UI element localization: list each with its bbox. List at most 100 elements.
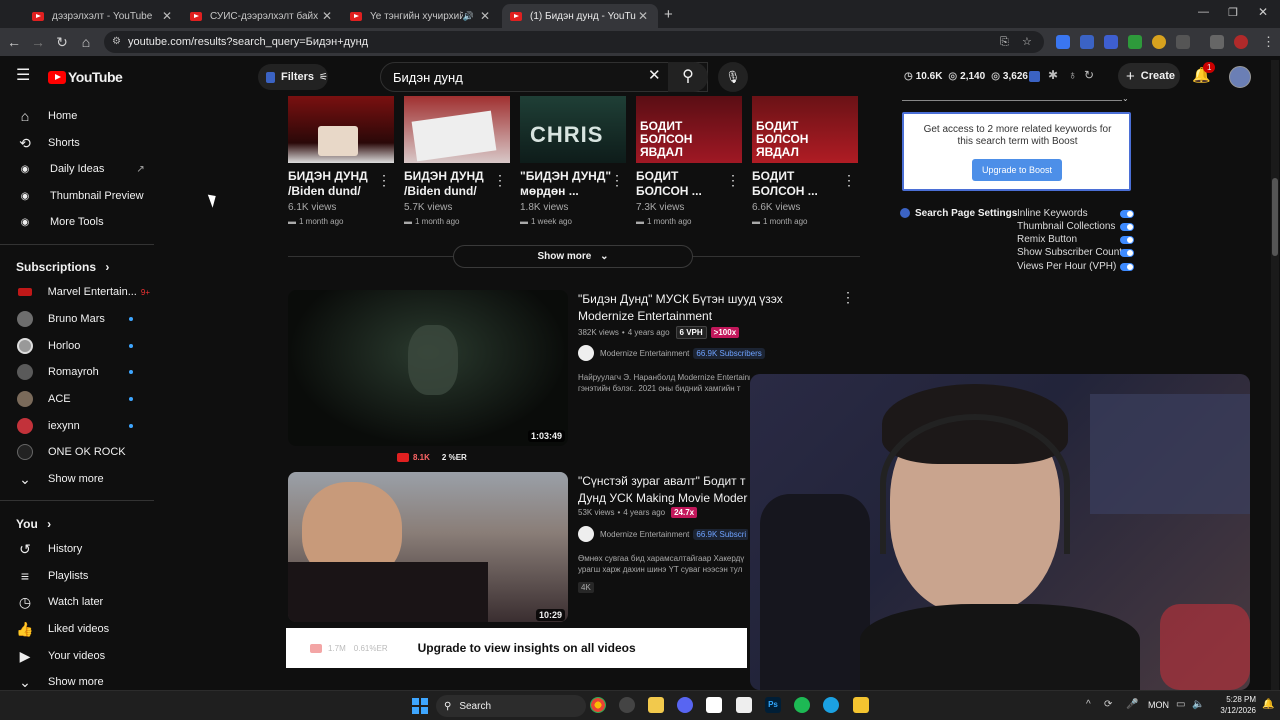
- sidebar-item-liked-videos[interactable]: 👍 Liked videos: [0, 616, 150, 642]
- more-options-icon[interactable]: ⋮: [377, 172, 391, 189]
- short-thumbnail[interactable]: БОДИТ БОЛСОН ЯВДАЛ: [752, 96, 858, 163]
- url-field[interactable]: ⚙ youtube.com/results?search_query=Бидэн…: [104, 31, 1044, 53]
- sidebar-item-history[interactable]: ↺ History: [0, 536, 150, 562]
- you-heading[interactable]: You ›: [16, 517, 51, 531]
- upgrade-insights-bar[interactable]: 1.7M 0.61%ER Upgrade to view insights on…: [286, 628, 747, 668]
- subscriptions-heading[interactable]: Subscriptions ›: [16, 260, 109, 274]
- sidebar-item-subscription[interactable]: Romayroh: [0, 359, 150, 385]
- hamburger-menu-icon[interactable]: ☰: [16, 68, 30, 84]
- more-options-icon[interactable]: ⋮: [842, 172, 856, 189]
- toggle-thumbnail-collections[interactable]: [1120, 223, 1134, 231]
- video-thumbnail[interactable]: 10:29: [288, 472, 568, 622]
- short-title[interactable]: БОДИТ БОЛСОН ...: [752, 169, 818, 199]
- microphone-icon[interactable]: 🎤: [1126, 699, 1138, 710]
- short-thumbnail[interactable]: [404, 96, 510, 163]
- maximize-icon[interactable]: ❐: [1228, 6, 1238, 19]
- short-title[interactable]: БИДЭН ДУНД/Biden dund/: [288, 169, 368, 199]
- windows-start-icon[interactable]: [412, 698, 428, 714]
- capcut-icon[interactable]: [706, 697, 722, 713]
- network-icon[interactable]: ▭: [1176, 699, 1185, 710]
- sidebar-item-watch-later[interactable]: ◷ Watch later: [0, 589, 150, 615]
- clock[interactable]: 5:28 PM 3/12/2026: [1210, 694, 1256, 716]
- tray-chevron-icon[interactable]: ^: [1086, 699, 1091, 710]
- sidebar-item-shorts[interactable]: ⟲ Shorts: [0, 130, 150, 156]
- sidebar-item-playlists[interactable]: ≡ Playlists: [0, 563, 150, 589]
- close-tab-icon[interactable]: ✕: [636, 9, 650, 23]
- extensions-puzzle-icon[interactable]: [1176, 35, 1190, 49]
- back-icon[interactable]: ←: [4, 32, 24, 52]
- short-title[interactable]: БИДЭН ДУНД/Biden dund/: [404, 169, 484, 199]
- voice-search-button[interactable]: 🎙: [718, 62, 748, 92]
- discord-icon[interactable]: [677, 697, 693, 713]
- extension-download-icon[interactable]: [1128, 35, 1142, 49]
- notification-center-icon[interactable]: 🔔: [1262, 699, 1274, 710]
- new-tab-icon[interactable]: +: [664, 6, 673, 23]
- browser-tab[interactable]: дэзрэлхэлт - YouTube ✕: [24, 4, 182, 28]
- install-app-icon[interactable]: ⎘: [1000, 31, 1009, 53]
- sidebar-item-subscription[interactable]: Bruno Mars: [0, 306, 150, 332]
- short-title[interactable]: "БИДЭН ДУНД" мөрдөн ...: [520, 169, 611, 199]
- bulb-icon[interactable]: ♁: [1068, 68, 1077, 82]
- channel-row[interactable]: Modernize Entertainment 66.9K Subscri: [578, 526, 748, 542]
- browser-tab[interactable]: СУИС-дээрэлхэлт байх ёстой ✕: [182, 4, 342, 28]
- bookmark-star-icon[interactable]: ☆: [1022, 31, 1032, 53]
- channel-row[interactable]: Modernize Entertainment 66.9K Subscriber…: [578, 345, 765, 361]
- language-indicator[interactable]: MON: [1148, 700, 1169, 710]
- chevron-down-icon[interactable]: ⌄: [1122, 94, 1129, 103]
- browser-menu-icon[interactable]: ⋮: [1262, 34, 1275, 50]
- sidebar-show-more-subscriptions[interactable]: ⌄ Show more: [0, 466, 150, 492]
- sidebar-item-subscription[interactable]: Horloo: [0, 333, 150, 359]
- app-icon[interactable]: [823, 697, 839, 713]
- toggle-inline-keywords[interactable]: [1120, 210, 1134, 218]
- chrome-extension-icon[interactable]: [1152, 35, 1166, 49]
- close-tab-icon[interactable]: ✕: [320, 9, 334, 23]
- upgrade-to-boost-button[interactable]: Upgrade to Boost: [972, 159, 1062, 181]
- more-options-icon[interactable]: ⋮: [610, 172, 624, 189]
- browser-tab-active[interactable]: (1) Бидэн дунд - YouTube ✕: [502, 4, 658, 28]
- video-title[interactable]: "Бидэн Дунд" МУСК Бүтэн шууд үзэх Moderni…: [578, 291, 783, 325]
- sidebar-item-home[interactable]: ⌂ Home: [0, 103, 150, 129]
- close-tab-icon[interactable]: ✕: [160, 9, 174, 23]
- extension-icon[interactable]: [1056, 35, 1070, 49]
- volume-icon[interactable]: 🔈: [1192, 699, 1204, 710]
- refresh-icon[interactable]: ↻: [1084, 68, 1094, 82]
- toggle-views-per-hour[interactable]: [1120, 263, 1134, 271]
- ai-icon[interactable]: ✱: [1048, 68, 1058, 82]
- show-more-shorts-button[interactable]: Show more ⌄: [453, 245, 693, 268]
- sidebar-item-subscription[interactable]: Marvel Entertain... 9+: [0, 279, 150, 305]
- create-button[interactable]: + Create: [1118, 63, 1180, 89]
- sidebar-item-thumbnail-preview[interactable]: ◉ Thumbnail Preview: [0, 183, 150, 209]
- video-title[interactable]: "Сүнстэй зураг авалт" Бодит т Дунд УСК Ma…: [578, 473, 748, 507]
- photoshop-icon[interactable]: Ps: [765, 697, 781, 713]
- more-options-icon[interactable]: ⋮: [726, 172, 740, 189]
- short-title[interactable]: БОДИТ БОЛСОН ...: [636, 169, 702, 199]
- sidebar-item-subscription[interactable]: ACE: [0, 386, 150, 412]
- reload-icon[interactable]: ↻: [52, 32, 72, 52]
- chrome-icon[interactable]: [590, 697, 606, 713]
- forward-icon[interactable]: →: [28, 32, 48, 52]
- close-window-icon[interactable]: ✕: [1258, 5, 1268, 19]
- home-browser-icon[interactable]: ⌂: [76, 32, 96, 52]
- short-thumbnail[interactable]: БОДИТ БОЛСОН ЯВДАЛ: [636, 96, 742, 163]
- filters-button[interactable]: Filters ⚟: [258, 64, 328, 90]
- clear-search-icon[interactable]: ✕: [648, 66, 661, 84]
- sidebar-item-subscription[interactable]: iexynn: [0, 413, 150, 439]
- extension-icon[interactable]: [1080, 35, 1094, 49]
- file-explorer-icon[interactable]: [648, 697, 664, 713]
- more-options-icon[interactable]: ⋮: [841, 289, 855, 306]
- search-button[interactable]: ⚲: [668, 62, 708, 92]
- sidebar-item-daily-ideas[interactable]: ◉ Daily Ideas ↗: [0, 156, 150, 182]
- tray-app-icon[interactable]: ⟳: [1104, 699, 1112, 710]
- toggle-show-subscriber-count[interactable]: [1120, 249, 1134, 257]
- short-thumbnail[interactable]: CHRIS: [520, 96, 626, 163]
- scrollbar-thumb[interactable]: [1272, 178, 1278, 256]
- account-avatar[interactable]: [1229, 66, 1251, 88]
- extension-icon[interactable]: [1104, 35, 1118, 49]
- close-tab-icon[interactable]: ✕: [478, 9, 492, 23]
- more-options-icon[interactable]: ⋮: [493, 172, 507, 189]
- short-thumbnail[interactable]: [288, 96, 394, 163]
- youtube-logo[interactable]: YouTube: [48, 69, 123, 85]
- obs-icon[interactable]: [619, 697, 635, 713]
- taskbar-search-box[interactable]: ⚲ Search: [436, 695, 586, 717]
- site-info-icon[interactable]: ⚙: [112, 31, 121, 53]
